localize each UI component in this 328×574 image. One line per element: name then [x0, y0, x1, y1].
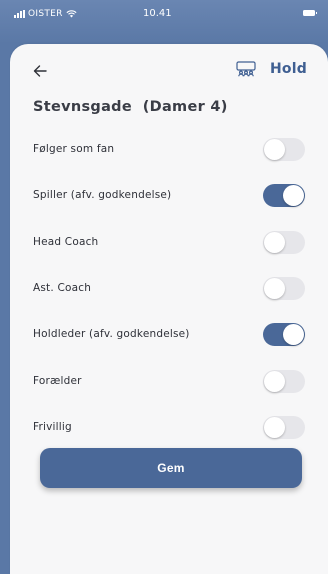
battery-icon [303, 10, 317, 16]
role-toggle[interactable] [263, 415, 305, 439]
role-label: Forælder [33, 374, 82, 387]
role-row: Følger som fan [10, 133, 328, 167]
signal-bars-icon [14, 10, 25, 18]
page-title: Stevnsgade (Damer 4) [33, 99, 228, 115]
save-button[interactable]: Gem [40, 448, 302, 488]
role-row: Spiller (afv. godkendelse) [10, 179, 328, 213]
arrow-left-icon[interactable] [32, 63, 48, 79]
role-toggle[interactable] [263, 138, 305, 161]
toggle-knob [264, 370, 285, 392]
role-row: Ast. Coach [10, 272, 328, 306]
status-bar: OISTER 10.41 [0, 0, 328, 44]
toggle-knob [264, 277, 285, 299]
team-link-label: Hold [270, 61, 307, 77]
role-label: Frivillig [33, 420, 72, 433]
role-row: Forælder [10, 365, 328, 399]
wifi-icon [66, 10, 77, 18]
role-row: Head Coach [10, 226, 328, 260]
role-label: Spiller (afv. godkendelse) [33, 189, 172, 202]
status-time: 10.41 [143, 8, 172, 19]
toggle-knob [283, 324, 304, 346]
role-toggle[interactable] [263, 323, 305, 347]
membership-sheet: Hold Stevnsgade (Damer 4) Følger som fan… [10, 44, 328, 574]
role-label: Holdleder (afv. godkendelse) [33, 328, 190, 341]
toggle-knob [283, 185, 304, 207]
role-row: Holdleder (afv. godkendelse) [10, 318, 328, 352]
role-label: Ast. Coach [33, 281, 92, 294]
role-toggle[interactable] [263, 184, 305, 208]
status-left: OISTER [14, 9, 77, 19]
carrier-name: OISTER [28, 9, 63, 19]
toggle-knob [264, 231, 285, 253]
toggle-knob [264, 416, 285, 438]
role-row: Frivillig [10, 411, 328, 445]
role-toggle[interactable] [263, 230, 305, 254]
role-label: Følger som fan [33, 143, 115, 155]
team-people-icon [236, 61, 256, 77]
role-toggle[interactable] [263, 369, 305, 393]
role-toggle[interactable] [263, 276, 305, 300]
role-label: Head Coach [33, 235, 99, 248]
team-link[interactable]: Hold [236, 61, 307, 77]
toggle-knob [264, 139, 285, 160]
